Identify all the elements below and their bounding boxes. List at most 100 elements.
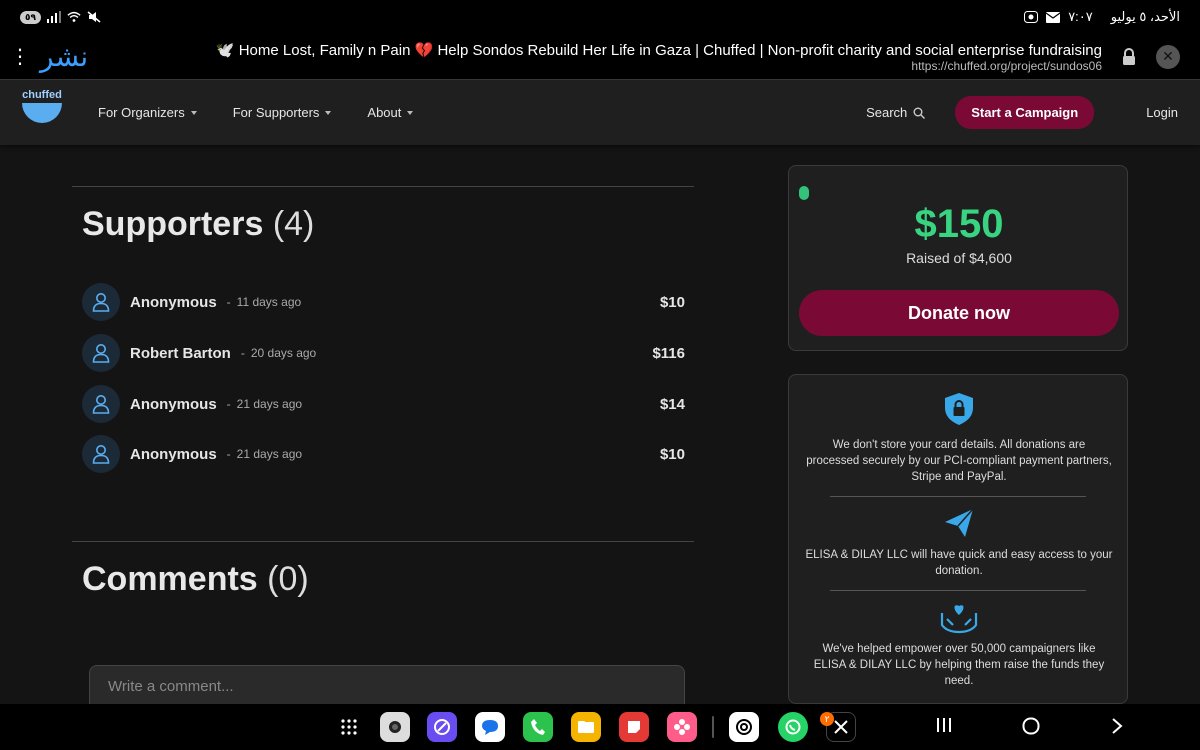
chuffed-logo[interactable]: chuffed [22,89,62,137]
logo-bowl-icon [22,102,62,123]
wifi-icon [67,11,81,23]
divider [72,186,694,187]
battery-indicator: ٥٩ [20,10,41,24]
empower-text: We've helped empower over 50,000 campaig… [813,643,1105,687]
search-icon [913,107,926,119]
nav-item-label: About [367,105,402,120]
notification-badge: ٢ [820,712,834,726]
supporter-separator: - [226,397,231,411]
login-link[interactable]: Login [1146,105,1178,120]
live-status-dot [799,186,809,200]
raised-goal: Raised of $4,600 [906,250,1012,266]
supporter-separator: - [226,295,231,309]
donate-card: $150 Raised of $4,600 Donate now [788,165,1128,351]
browser-page-url: https://chuffed.org/project/sundos06 [911,58,1102,73]
status-time: ٧:٠٧ [1068,9,1093,24]
supporter-separator: - [226,447,231,461]
close-icon[interactable]: ✕ [1156,44,1180,69]
shield-lock-icon [945,393,973,425]
search-label: Search [866,105,908,120]
user-icon [82,283,120,321]
search-button[interactable]: Search [866,105,926,120]
gallery-app-icon[interactable] [667,712,697,742]
browser-bar: ⋮ نشر 🕊️ Home Lost, Family n Pain 💔 Help… [0,34,1200,80]
nav-for-organizers[interactable]: For Organizers [98,105,197,120]
logo-text: chuffed [22,88,62,101]
status-right: ٧:٠٧ الأحد، ٥ يوليو [1024,9,1180,25]
mute-icon [87,11,101,23]
browser-app-icon[interactable] [427,712,457,742]
browser-page-title: 🕊️ Home Lost, Family n Pain 💔 Help Sondo… [215,41,1102,59]
supporters-heading: Supporters (4) [82,205,314,244]
raised-amount: $150 [914,202,1004,246]
paper-plane-icon [945,508,974,537]
donate-now-button[interactable]: Donate now [799,290,1119,336]
supporter-name: Anonymous [130,395,217,413]
supporter-amount: $10 [659,293,685,311]
hands-heart-icon [940,605,978,634]
supporter-amount: $10 [659,445,685,463]
chevron-down-icon [190,110,197,115]
home-icon[interactable] [1022,717,1040,740]
signal-icon [47,11,61,23]
mail-icon [1046,11,1061,23]
main-content: Supporters (4) Anonymous - 11 days ago $… [72,145,694,715]
phone-app-icon[interactable] [523,712,553,742]
chatgpt-app-icon[interactable] [729,712,759,742]
camera-app-icon[interactable] [380,712,410,742]
access-text: ELISA & DILAY LLC will have quick and ea… [805,549,1113,577]
divider [830,496,1086,497]
chevron-down-icon [325,110,332,115]
chevron-down-icon [407,110,414,115]
supporter-time: 11 days ago [236,295,302,309]
site-nav: chuffed For Organizers For Supporters Ab… [0,80,1200,145]
security-text: We don't store your card details. All do… [806,439,1112,483]
user-icon [82,385,120,423]
supporter-name: Anonymous [130,445,217,463]
supporter-name: Anonymous [130,293,217,311]
app-drawer-icon[interactable] [334,712,364,742]
dock-divider [712,716,714,738]
supporter-name: Robert Barton [130,344,231,362]
supporters-title: Supporters [82,205,264,243]
start-campaign-button[interactable]: Start a Campaign [955,96,1095,129]
supporter-amount: $14 [659,395,685,413]
system-dock: ٢ [0,704,1200,750]
status-date: الأحد، ٥ يوليو [1110,9,1180,24]
nav-item-label: For Supporters [232,105,320,120]
supporter-row: Robert Barton - 20 days ago $116 [82,333,685,373]
comments-count: (0) [267,560,309,598]
user-icon [82,435,120,473]
supporter-time: 21 days ago [236,447,303,461]
divider [830,590,1086,591]
lock-icon[interactable] [1114,47,1144,66]
whatsapp-app-icon[interactable] [778,712,808,742]
supporter-row: Anonymous - 21 days ago $10 [82,434,685,474]
divider [72,541,694,542]
nav-item-label: For Organizers [98,105,185,120]
supporter-row: Anonymous - 21 days ago $14 [82,384,685,424]
supporter-time: 21 days ago [236,397,303,411]
supporters-count: (4) [272,205,315,243]
comments-heading: Comments (0) [82,560,309,599]
comments-title: Comments [82,560,258,598]
status-left: ٥٩ [20,10,101,24]
user-icon [82,334,120,372]
notes-app-icon[interactable] [619,712,649,742]
supporter-separator: - [240,346,245,360]
trust-info-card: We don't store your card details. All do… [788,374,1128,704]
supporter-row: Anonymous - 11 days ago $10 [82,282,685,322]
recent-apps-icon[interactable] [936,717,952,738]
record-icon [1024,11,1039,23]
browser-brand[interactable]: نشر [40,40,100,73]
nav-for-supporters[interactable]: For Supporters [233,105,332,120]
files-app-icon[interactable] [571,712,601,742]
nav-about[interactable]: About [367,105,414,120]
messages-app-icon[interactable] [475,712,505,742]
page-info[interactable]: 🕊️ Home Lost, Family n Pain 💔 Help Sondo… [100,41,1114,73]
status-bar: ٥٩ ٧:٠٧ الأحد، ٥ يوليو [0,0,1200,34]
supporter-amount: $116 [652,344,685,362]
supporter-time: 20 days ago [250,346,317,360]
browser-menu-icon[interactable]: ⋮ [0,47,40,67]
back-icon[interactable] [1110,717,1124,740]
